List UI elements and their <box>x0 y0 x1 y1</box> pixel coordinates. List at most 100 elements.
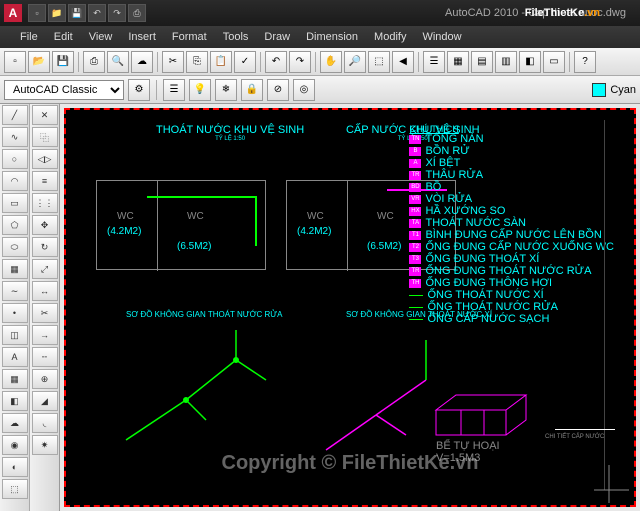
ellipse-tool[interactable]: ⬭ <box>2 237 28 257</box>
sheet-set-icon[interactable]: ▥ <box>495 51 517 73</box>
point-tool[interactable]: • <box>2 303 28 323</box>
arc-tool[interactable]: ◠ <box>2 171 28 191</box>
open-button[interactable]: 📁 <box>48 4 66 22</box>
line-tool[interactable]: ╱ <box>2 105 28 125</box>
menu-window[interactable]: Window <box>422 31 461 43</box>
save-button[interactable]: 💾 <box>68 4 86 22</box>
print-button[interactable]: ⎙ <box>128 4 146 22</box>
color-label: Cyan <box>610 84 636 96</box>
color-swatch[interactable] <box>592 83 606 97</box>
boundary-tool[interactable]: ⬚ <box>2 479 28 499</box>
plot-icon[interactable]: ⎙ <box>83 51 105 73</box>
brand-watermark: FileThietKe.vn <box>525 4 600 19</box>
pline-tool[interactable]: ∿ <box>2 127 28 147</box>
table-tool[interactable]: ▦ <box>2 369 28 389</box>
menu-modify[interactable]: Modify <box>374 31 406 43</box>
new-button[interactable]: ▫ <box>28 4 46 22</box>
mirror-tool[interactable]: ◁▷ <box>32 149 58 169</box>
join-tool[interactable]: ⊕ <box>32 369 58 389</box>
pan-icon[interactable]: ✋ <box>320 51 342 73</box>
preview-icon[interactable]: 🔍 <box>107 51 129 73</box>
text-tool[interactable]: A <box>2 347 28 367</box>
gradient-tool[interactable]: ◐ <box>2 457 28 477</box>
new-icon[interactable]: ▫ <box>4 51 26 73</box>
spline-tool[interactable]: ∼ <box>2 281 28 301</box>
workspace-select[interactable]: AutoCAD Classic <box>4 80 124 100</box>
save-icon[interactable]: 💾 <box>52 51 74 73</box>
layer-freeze-icon[interactable]: ❄ <box>215 79 237 101</box>
redo-button[interactable]: ↷ <box>108 4 126 22</box>
menu-view[interactable]: View <box>89 31 113 43</box>
array-tool[interactable]: ⋮⋮ <box>32 193 58 213</box>
tool-palette-icon[interactable]: ▤ <box>471 51 493 73</box>
rect-tool[interactable]: ▭ <box>2 193 28 213</box>
iso-title-1: SƠ ĐỒ KHÔNG GIAN THOÁT NƯỚC RỬA <box>126 310 282 319</box>
undo-button[interactable]: ↶ <box>88 4 106 22</box>
break-tool[interactable]: ╌ <box>32 347 58 367</box>
zoom-prev-icon[interactable]: ◀ <box>392 51 414 73</box>
erase-tool[interactable]: ✕ <box>32 105 58 125</box>
chamfer-tool[interactable]: ◢ <box>32 391 58 411</box>
move-tool[interactable]: ✥ <box>32 215 58 235</box>
polygon-tool[interactable]: ⬠ <box>2 215 28 235</box>
ucs-icon <box>584 455 634 505</box>
extend-tool[interactable]: → <box>32 325 58 345</box>
menu-edit[interactable]: Edit <box>54 31 73 43</box>
legend-item: TRỐNG ĐUNG THOÁT NƯỚC RỬA <box>409 266 614 276</box>
block-tool[interactable]: ◫ <box>2 325 28 345</box>
legend-item: T1BÌNH ĐUNG CẤP NƯỚC LÊN BỒN <box>409 230 614 240</box>
layer-lock-icon[interactable]: 🔒 <box>241 79 263 101</box>
menu-draw[interactable]: Draw <box>264 31 290 43</box>
zoom-icon[interactable]: 🔎 <box>344 51 366 73</box>
legend: CHÚ THÍCH TNTỔNG NÀNBBỒN RỬAXÍ BỆTTRTHÂU… <box>409 124 614 326</box>
revcloud-tool[interactable]: ☁ <box>2 413 28 433</box>
layer-manager-icon[interactable]: ☰ <box>163 79 185 101</box>
layer-iso-icon[interactable]: ◎ <box>293 79 315 101</box>
iso-diagram-2 <box>316 320 536 470</box>
menu-format[interactable]: Format <box>172 31 207 43</box>
rotate-tool[interactable]: ↻ <box>32 237 58 257</box>
layer-off-icon[interactable]: ⊘ <box>267 79 289 101</box>
layer-state-icon[interactable]: 💡 <box>189 79 211 101</box>
copy-tool[interactable]: ⿻ <box>32 127 58 147</box>
titlebar: A ▫ 📁 💾 ↶ ↷ ⎙ AutoCAD 2010 - Cap thoat n… <box>0 0 640 26</box>
open-icon[interactable]: 📂 <box>28 51 50 73</box>
cut-icon[interactable]: ✂ <box>162 51 184 73</box>
trim-tool[interactable]: ✂ <box>32 303 58 323</box>
modify-palette: ✕ ⿻ ◁▷ ≡ ⋮⋮ ✥ ↻ ⤢ ↔ ✂ → ╌ ⊕ ◢ ◟ ✷ <box>30 104 60 511</box>
paste-icon[interactable]: 📋 <box>210 51 232 73</box>
publish-icon[interactable]: ☁ <box>131 51 153 73</box>
legend-item: AXÍ BỆT <box>409 158 614 168</box>
explode-tool[interactable]: ✷ <box>32 435 58 455</box>
legend-item: T3ỐNG ĐUNG THOÁT XÍ <box>409 254 614 264</box>
menu-dimension[interactable]: Dimension <box>306 31 358 43</box>
menu-insert[interactable]: Insert <box>128 31 156 43</box>
redo-icon[interactable]: ↷ <box>289 51 311 73</box>
legend-item: ỐNG THOÁT NƯỚC XÍ <box>409 290 614 300</box>
scale-tool[interactable]: ⤢ <box>32 259 58 279</box>
iso-diagram-1 <box>106 320 286 460</box>
donut-tool[interactable]: ◉ <box>2 435 28 455</box>
fillet-tool[interactable]: ◟ <box>32 413 58 433</box>
menu-file[interactable]: File <box>20 31 38 43</box>
properties-icon[interactable]: ☰ <box>423 51 445 73</box>
standard-toolbar: ▫ 📂 💾 ⎙ 🔍 ☁ ✂ ⎘ 📋 ✓ ↶ ↷ ✋ 🔎 ⬚ ◀ ☰ ▦ ▤ ▥ … <box>0 48 640 76</box>
undo-icon[interactable]: ↶ <box>265 51 287 73</box>
match-icon[interactable]: ✓ <box>234 51 256 73</box>
zoom-window-icon[interactable]: ⬚ <box>368 51 390 73</box>
stretch-tool[interactable]: ↔ <box>32 281 58 301</box>
menu-tools[interactable]: Tools <box>223 31 249 43</box>
workspace-settings-icon[interactable]: ⚙ <box>128 79 150 101</box>
calc-icon[interactable]: ▭ <box>543 51 565 73</box>
circle-tool[interactable]: ○ <box>2 149 28 169</box>
design-center-icon[interactable]: ▦ <box>447 51 469 73</box>
copy-icon[interactable]: ⎘ <box>186 51 208 73</box>
offset-tool[interactable]: ≡ <box>32 171 58 191</box>
hatch-tool[interactable]: ▦ <box>2 259 28 279</box>
drawing-canvas[interactable]: THOÁT NƯỚC KHU VỆ SINH TỶ LỆ 1:50 CẤP NƯ… <box>64 108 636 507</box>
legend-item: BDBỒ <box>409 182 614 192</box>
app-icon[interactable]: A <box>4 4 22 22</box>
markup-icon[interactable]: ◧ <box>519 51 541 73</box>
region-tool[interactable]: ◧ <box>2 391 28 411</box>
help-icon[interactable]: ? <box>574 51 596 73</box>
